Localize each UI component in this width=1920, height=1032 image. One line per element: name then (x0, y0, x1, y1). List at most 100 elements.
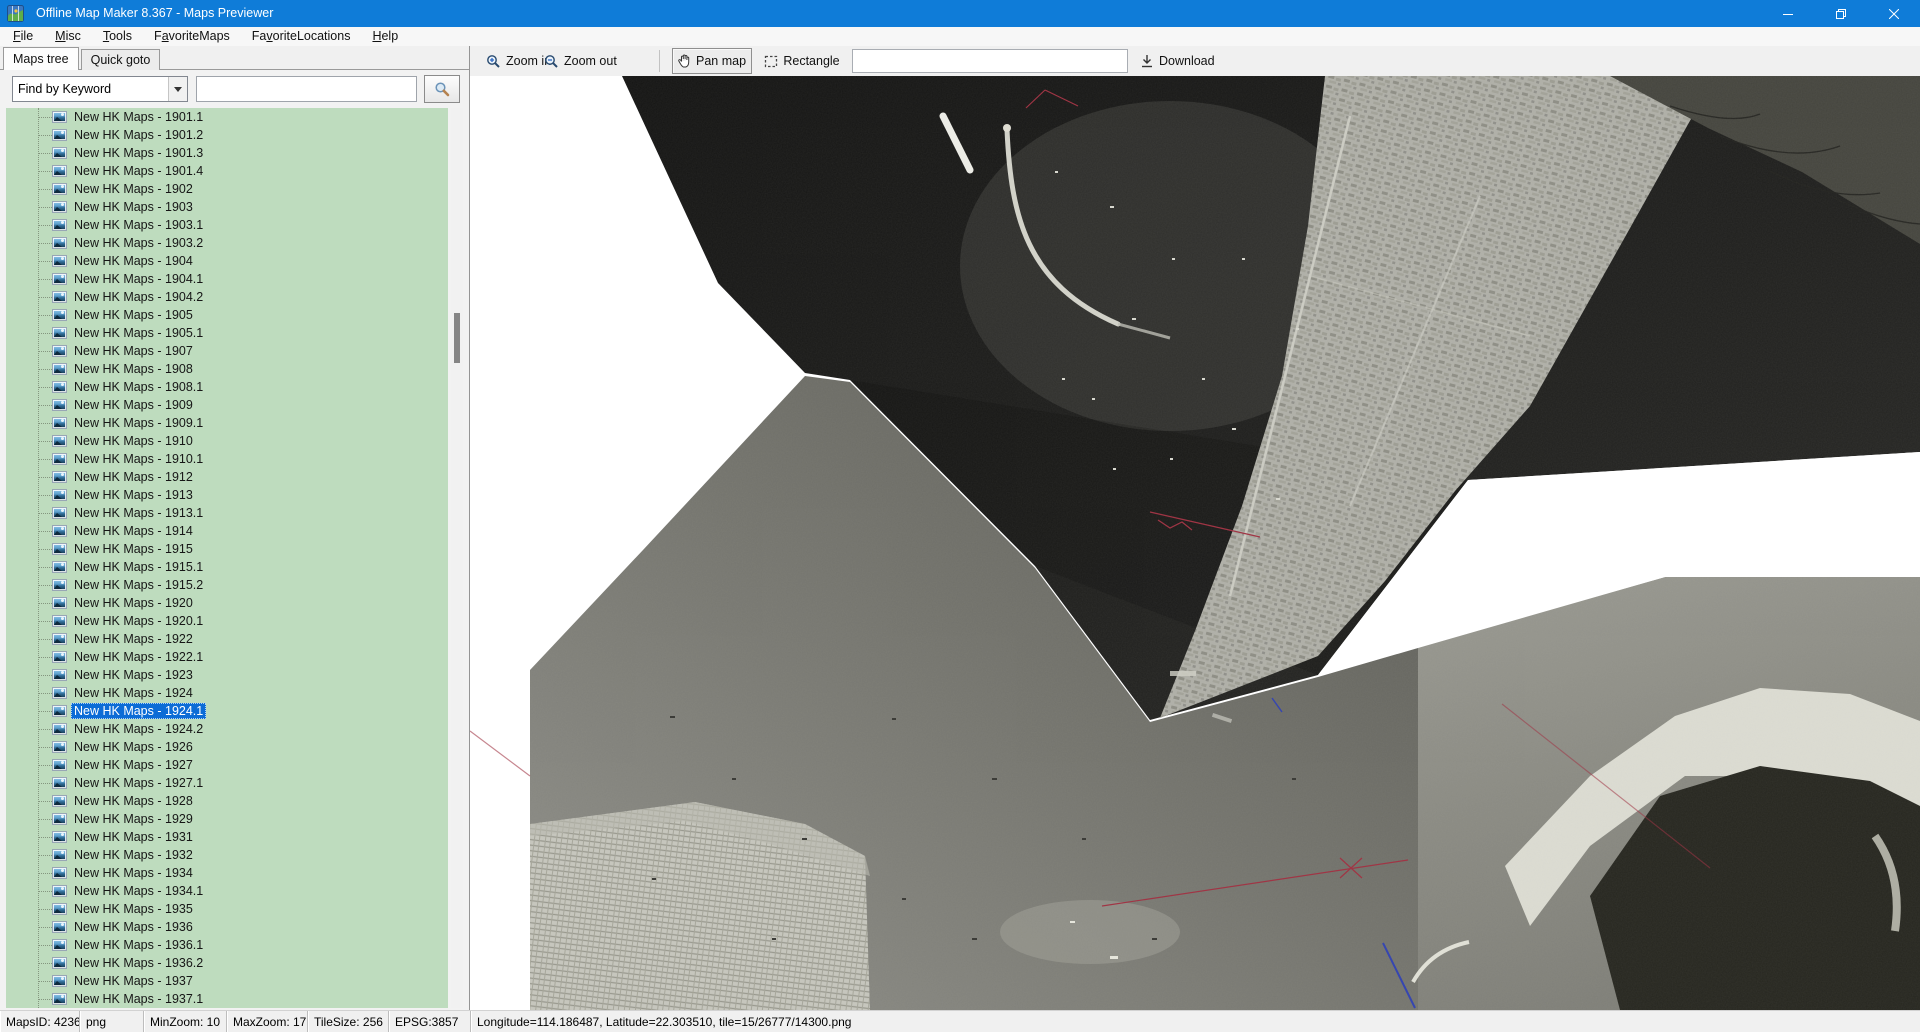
tree-item[interactable]: New HK Maps - 1937 (6, 972, 448, 990)
menu-item-misc[interactable]: Misc (45, 27, 91, 46)
menu-item-file[interactable]: File (3, 27, 43, 46)
download-button[interactable]: Download (1136, 46, 1219, 76)
tree-item[interactable]: New HK Maps - 1904.2 (6, 288, 448, 306)
map-thumbnail-icon (52, 993, 67, 1005)
tree-item[interactable]: New HK Maps - 1922.1 (6, 648, 448, 666)
map-thumbnail-icon (52, 453, 67, 465)
tree-item[interactable]: New HK Maps - 1932 (6, 846, 448, 864)
tree-item[interactable]: New HK Maps - 1936.2 (6, 954, 448, 972)
tree-item[interactable]: New HK Maps - 1901.3 (6, 144, 448, 162)
tree-item-label: New HK Maps - 1901.1 (71, 109, 206, 125)
tree-item[interactable]: New HK Maps - 1903.2 (6, 234, 448, 252)
tab-maps-tree[interactable]: Maps tree (3, 47, 79, 70)
tree-item[interactable]: New HK Maps - 1903.1 (6, 216, 448, 234)
zoom-out-button[interactable]: Zoom out (540, 46, 621, 76)
map-thumbnail-icon (52, 633, 67, 645)
tree-item[interactable]: New HK Maps - 1913.1 (6, 504, 448, 522)
tree-item-label: New HK Maps - 1914 (71, 523, 196, 539)
pan-map-label: Pan map (696, 54, 746, 68)
tree-item[interactable]: New HK Maps - 1927 (6, 756, 448, 774)
tree-item-label: New HK Maps - 1936.1 (71, 937, 206, 953)
tree-item-label: New HK Maps - 1908 (71, 361, 196, 377)
tree-item[interactable]: New HK Maps - 1910.1 (6, 450, 448, 468)
tree-item-label: New HK Maps - 1924.1 (71, 703, 206, 719)
tree-item[interactable]: New HK Maps - 1909.1 (6, 414, 448, 432)
menu-item-favoritemaps[interactable]: FavoriteMaps (144, 27, 240, 46)
tree-item-label: New HK Maps - 1901.3 (71, 145, 206, 161)
tree-item[interactable]: New HK Maps - 1914 (6, 522, 448, 540)
minimize-button[interactable] (1761, 0, 1814, 27)
find-mode-select[interactable]: Find by Keyword (12, 76, 188, 102)
tree-item[interactable]: New HK Maps - 1909 (6, 396, 448, 414)
restore-button[interactable] (1814, 0, 1867, 27)
download-icon (1140, 54, 1154, 68)
map-viewport[interactable] (470, 76, 1920, 1010)
tree-item[interactable]: New HK Maps - 1924.1 (6, 702, 448, 720)
chevron-down-icon[interactable] (168, 77, 187, 101)
tree-item[interactable]: New HK Maps - 1920 (6, 594, 448, 612)
tree-item[interactable]: New HK Maps - 1910 (6, 432, 448, 450)
pan-map-button[interactable]: Pan map (672, 48, 752, 74)
map-thumbnail-icon (52, 741, 67, 753)
tree-item[interactable]: New HK Maps - 1935 (6, 900, 448, 918)
tree-item[interactable]: New HK Maps - 1915.1 (6, 558, 448, 576)
tree-item[interactable]: New HK Maps - 1922 (6, 630, 448, 648)
tree-item[interactable]: New HK Maps - 1904 (6, 252, 448, 270)
map-thumbnail-icon (52, 255, 67, 267)
tree-item[interactable]: New HK Maps - 1924 (6, 684, 448, 702)
tree-item-label: New HK Maps - 1913.1 (71, 505, 206, 521)
tree-item[interactable]: New HK Maps - 1924.2 (6, 720, 448, 738)
tree-item[interactable]: New HK Maps - 1934.1 (6, 882, 448, 900)
tree-item[interactable]: New HK Maps - 1937.1 (6, 990, 448, 1008)
tree-item[interactable]: New HK Maps - 1936 (6, 918, 448, 936)
rectangle-select-button[interactable]: Rectangle (760, 46, 844, 76)
map-thumbnail-icon (52, 183, 67, 195)
tree-item[interactable]: New HK Maps - 1923 (6, 666, 448, 684)
tree-item[interactable]: New HK Maps - 1908.1 (6, 378, 448, 396)
tree-item[interactable]: New HK Maps - 1902 (6, 180, 448, 198)
tree-item[interactable]: New HK Maps - 1929 (6, 810, 448, 828)
tree-item[interactable]: New HK Maps - 1913 (6, 486, 448, 504)
menu-item-tools[interactable]: Tools (93, 27, 142, 46)
search-input[interactable] (196, 76, 417, 102)
toolbar-text-input[interactable] (852, 49, 1128, 73)
menu-item-help[interactable]: Help (362, 27, 408, 46)
tree-item[interactable]: New HK Maps - 1901.4 (6, 162, 448, 180)
search-button[interactable] (424, 75, 460, 103)
map-thumbnail-icon (52, 885, 67, 897)
tree-item-label: New HK Maps - 1915.2 (71, 577, 206, 593)
tree-item[interactable]: New HK Maps - 1904.1 (6, 270, 448, 288)
magnifier-icon (434, 81, 450, 97)
tab-quick-goto[interactable]: Quick goto (81, 49, 161, 70)
tree-item[interactable]: New HK Maps - 1905.1 (6, 324, 448, 342)
tree-scrollbar-thumb[interactable] (454, 313, 460, 363)
tree-item[interactable]: New HK Maps - 1915 (6, 540, 448, 558)
sidebar-tabs: Maps tree Quick goto (3, 47, 162, 70)
title-bar[interactable]: Offline Map Maker 8.367 - Maps Previewer (0, 0, 1920, 27)
tree-item[interactable]: New HK Maps - 1905 (6, 306, 448, 324)
tree-item[interactable]: New HK Maps - 1928 (6, 792, 448, 810)
tree-item[interactable]: New HK Maps - 1920.1 (6, 612, 448, 630)
tree-item[interactable]: New HK Maps - 1908 (6, 360, 448, 378)
tree-item[interactable]: New HK Maps - 1934 (6, 864, 448, 882)
tree-item[interactable]: New HK Maps - 1903 (6, 198, 448, 216)
map-thumbnail-icon (52, 903, 67, 915)
tree-item[interactable]: New HK Maps - 1927.1 (6, 774, 448, 792)
tree-item[interactable]: New HK Maps - 1926 (6, 738, 448, 756)
map-thumbnail-icon (52, 489, 67, 501)
tree-item[interactable]: New HK Maps - 1907 (6, 342, 448, 360)
tree-item[interactable]: New HK Maps - 1901.1 (6, 108, 448, 126)
map-thumbnail-icon (52, 795, 67, 807)
toolbar-separator (659, 50, 660, 72)
close-button[interactable] (1867, 0, 1920, 27)
tree-item-label: New HK Maps - 1927 (71, 757, 196, 773)
tree-scrollbar[interactable] (451, 108, 463, 1008)
tree-item-label: New HK Maps - 1913 (71, 487, 196, 503)
tree-item[interactable]: New HK Maps - 1931 (6, 828, 448, 846)
tree-item[interactable]: New HK Maps - 1915.2 (6, 576, 448, 594)
maps-tree-list[interactable]: New HK Maps - 1901.1New HK Maps - 1901.2… (6, 108, 448, 1008)
tree-item[interactable]: New HK Maps - 1901.2 (6, 126, 448, 144)
menu-item-favoritelocations[interactable]: FavoriteLocations (242, 27, 361, 46)
tree-item[interactable]: New HK Maps - 1936.1 (6, 936, 448, 954)
tree-item[interactable]: New HK Maps - 1912 (6, 468, 448, 486)
